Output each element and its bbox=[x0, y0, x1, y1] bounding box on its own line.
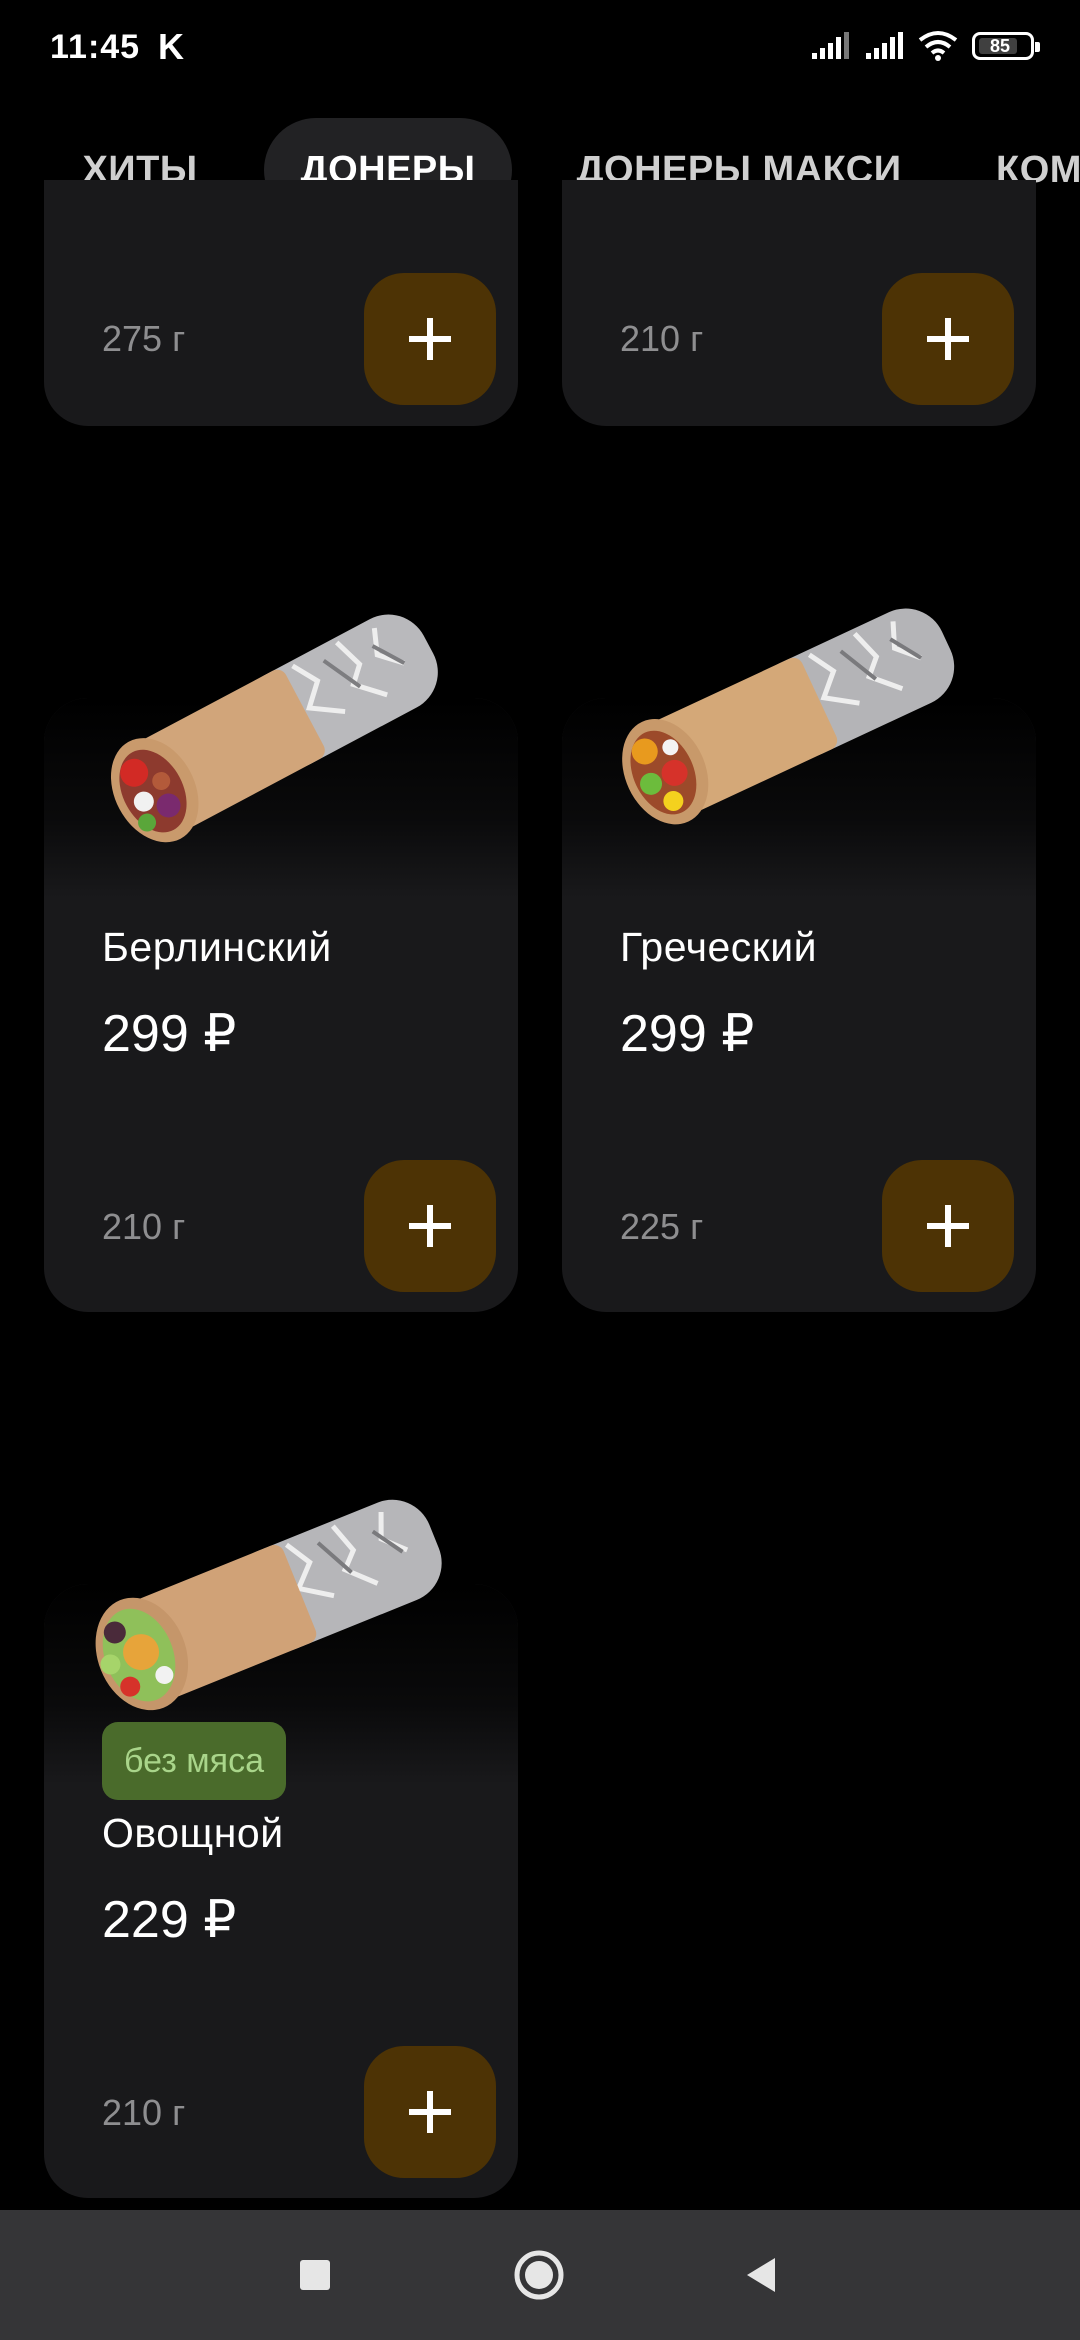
plus-icon bbox=[927, 318, 969, 360]
doner-image bbox=[95, 1499, 442, 1711]
battery-icon: 85 bbox=[972, 32, 1040, 60]
carrier-badge: K bbox=[158, 26, 184, 67]
product-card-partial[interactable]: 275 г bbox=[44, 180, 518, 426]
product-name: Овощной bbox=[102, 1810, 284, 1856]
back-button[interactable] bbox=[716, 2210, 806, 2340]
add-to-cart-button[interactable] bbox=[364, 2046, 496, 2178]
product-weight: 275 г bbox=[102, 318, 186, 359]
square-nav-icon bbox=[300, 2260, 330, 2290]
vegetarian-badge: без мяса bbox=[102, 1722, 286, 1800]
signal-icon bbox=[812, 32, 849, 59]
product-weight: 210 г bbox=[102, 2092, 186, 2133]
product-weight: 210 г bbox=[620, 318, 704, 359]
status-icons: 85 bbox=[810, 30, 1040, 62]
recents-button[interactable] bbox=[270, 2210, 360, 2340]
product-card-partial[interactable]: 210 г bbox=[562, 180, 1036, 426]
status-bar: 11:45 K 85 bbox=[0, 0, 1080, 100]
product-weight: 225 г bbox=[620, 1206, 704, 1247]
doner-image bbox=[110, 614, 438, 843]
add-to-cart-button[interactable] bbox=[882, 273, 1014, 405]
plus-icon bbox=[409, 1205, 451, 1247]
product-price: 299 ₽ bbox=[620, 1005, 755, 1063]
add-to-cart-button[interactable] bbox=[882, 1160, 1014, 1292]
plus-icon bbox=[927, 1205, 969, 1247]
plus-icon bbox=[409, 318, 451, 360]
plus-icon bbox=[409, 2091, 451, 2133]
home-button[interactable] bbox=[494, 2210, 584, 2340]
product-name: Греческий bbox=[620, 924, 818, 970]
system-nav-bar bbox=[0, 2210, 1080, 2340]
add-to-cart-button[interactable] bbox=[364, 273, 496, 405]
wifi-icon bbox=[918, 31, 958, 61]
doner-image bbox=[622, 608, 955, 825]
signal-icon bbox=[866, 32, 903, 59]
circle-nav-icon bbox=[514, 2250, 564, 2300]
battery-text: 85 bbox=[989, 35, 1011, 56]
back-nav-icon bbox=[747, 2258, 775, 2292]
product-price: 229 ₽ bbox=[102, 1891, 237, 1949]
add-to-cart-button[interactable] bbox=[364, 1160, 496, 1292]
product-price: 299 ₽ bbox=[102, 1005, 237, 1063]
status-time: 11:45 bbox=[50, 28, 141, 66]
product-weight: 210 г bbox=[102, 1206, 186, 1247]
product-name: Берлинский bbox=[102, 924, 332, 970]
